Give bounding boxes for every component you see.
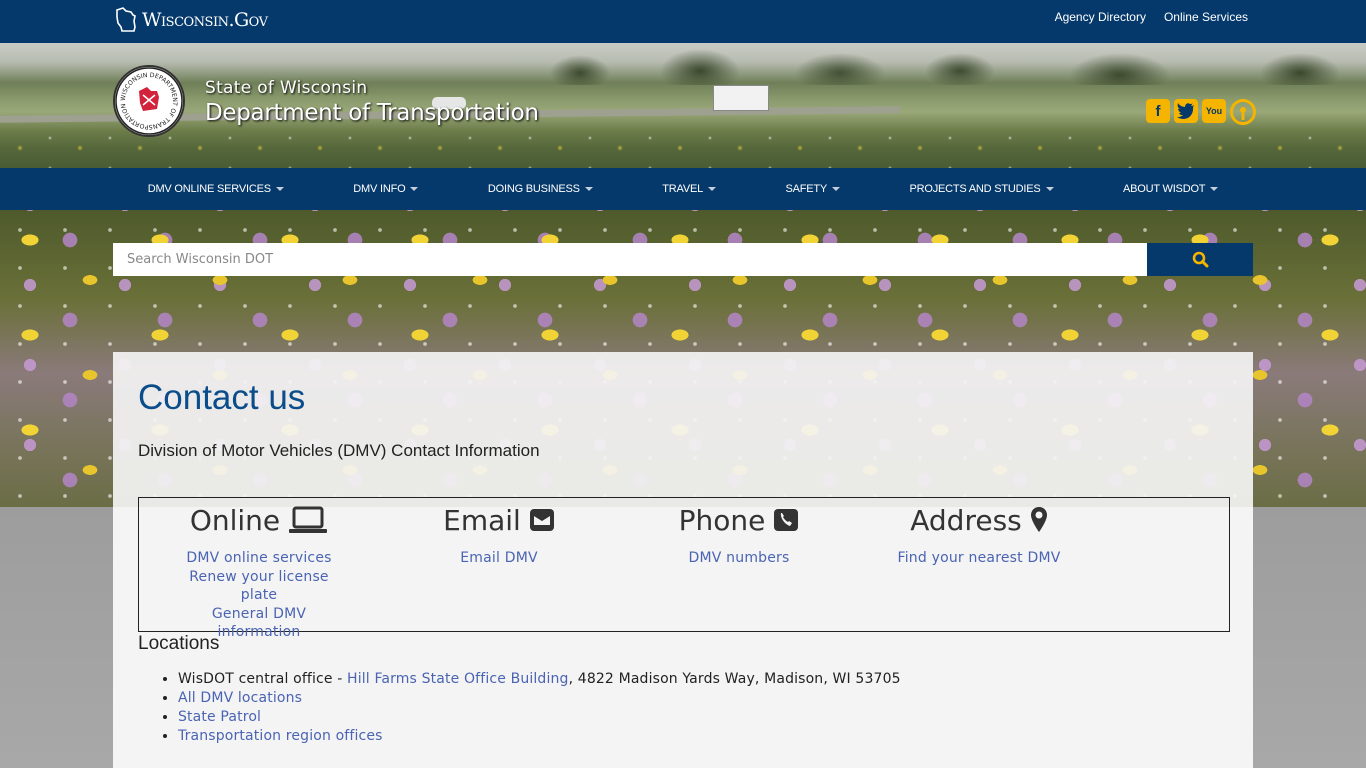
wisdot-seal-logo[interactable]: WISCONSIN DEPARTMENT OF TRANSPORTATION bbox=[113, 65, 185, 137]
agency-directory-link[interactable]: Agency Directory bbox=[1055, 10, 1146, 24]
caret-down-icon bbox=[275, 187, 284, 191]
nav-about-wisdot[interactable]: ABOUT WISDOT bbox=[1088, 168, 1253, 210]
nav-label: DOING BUSINESS bbox=[487, 183, 580, 195]
agency-department: Department of Transportation bbox=[205, 100, 539, 126]
wisconsin-gov-text: Wisconsin.Gov bbox=[142, 9, 268, 31]
wisconsin-state-icon bbox=[116, 7, 136, 32]
online-services-link[interactable]: Online Services bbox=[1164, 10, 1248, 24]
page-subtitle: Division of Motor Vehicles (DMV) Contact… bbox=[138, 441, 540, 460]
contact-heading-label: Address bbox=[910, 503, 1022, 537]
nav-label: DMV INFO bbox=[353, 183, 406, 195]
caret-down-icon bbox=[1045, 187, 1054, 191]
contact-column-phone: Phone DMV numbers bbox=[649, 498, 829, 568]
nav-safety[interactable]: SAFETY bbox=[751, 168, 875, 210]
facebook-icon[interactable]: f bbox=[1146, 99, 1170, 123]
hill-farms-link[interactable]: Hill Farms State Office Building bbox=[347, 671, 569, 687]
list-item: State Patrol bbox=[178, 708, 901, 727]
agency-state: State of Wisconsin bbox=[205, 78, 368, 98]
wisconsin-gov-logo[interactable]: Wisconsin.Gov bbox=[114, 6, 268, 34]
map-marker-icon bbox=[1030, 507, 1047, 532]
twitter-icon[interactable] bbox=[1174, 99, 1198, 123]
contact-links: Find your nearest DMV bbox=[889, 549, 1069, 568]
podcast-icon[interactable] bbox=[1230, 99, 1256, 125]
contact-heading: Address bbox=[889, 502, 1069, 538]
list-item: WisDOT central office - Hill Farms State… bbox=[178, 670, 901, 689]
all-dmv-locations-link[interactable]: All DMV locations bbox=[178, 690, 302, 706]
search-icon bbox=[1192, 251, 1208, 268]
youtube-icon[interactable]: You bbox=[1202, 99, 1226, 123]
central-office-label: WisDOT central office - bbox=[178, 671, 348, 687]
search-input[interactable] bbox=[113, 243, 1147, 276]
banner-flowers bbox=[0, 128, 1366, 168]
caret-down-icon bbox=[1210, 187, 1219, 191]
contact-column-email: Email Email DMV bbox=[409, 498, 589, 568]
dmv-numbers-link[interactable]: DMV numbers bbox=[649, 549, 829, 568]
envelope-icon bbox=[529, 509, 554, 531]
banner-truck bbox=[713, 85, 769, 111]
state-patrol-link[interactable]: State Patrol bbox=[178, 709, 261, 725]
caret-down-icon bbox=[410, 187, 419, 191]
central-office-address: , 4822 Madison Yards Way, Madison, WI 53… bbox=[568, 671, 901, 687]
locations-list: WisDOT central office - Hill Farms State… bbox=[178, 670, 901, 746]
social-links: f You bbox=[1146, 99, 1256, 125]
nav-label: ABOUT WISDOT bbox=[1122, 183, 1206, 195]
nav-dmv-online-services[interactable]: DMV ONLINE SERVICES bbox=[113, 168, 319, 210]
page-title: Contact us bbox=[138, 378, 306, 417]
nav-projects-and-studies[interactable]: PROJECTS AND STUDIES bbox=[875, 168, 1089, 210]
caret-down-icon bbox=[832, 187, 841, 191]
laptop-icon bbox=[289, 506, 328, 533]
agency-name[interactable]: State of Wisconsin Department of Transpo… bbox=[205, 78, 539, 126]
seal-emblem-icon: WISCONSIN DEPARTMENT OF TRANSPORTATION bbox=[115, 67, 183, 135]
dmv-online-services-link[interactable]: DMV online services bbox=[169, 549, 349, 568]
nav-doing-business[interactable]: DOING BUSINESS bbox=[453, 168, 627, 210]
contact-heading: Email bbox=[409, 502, 589, 538]
search-button[interactable] bbox=[1147, 243, 1253, 276]
caret-down-icon bbox=[708, 187, 717, 191]
nav-label: PROJECTS AND STUDIES bbox=[909, 183, 1041, 195]
contact-links: DMV numbers bbox=[649, 549, 829, 568]
contact-links: Email DMV bbox=[409, 549, 589, 568]
contact-heading: Phone bbox=[649, 502, 829, 538]
contact-links: DMV online services Renew your license p… bbox=[169, 549, 349, 642]
contact-heading-label: Online bbox=[189, 503, 281, 537]
nav-label: SAFETY bbox=[785, 183, 828, 195]
locations-heading: Locations bbox=[138, 633, 220, 654]
main-navigation: DMV ONLINE SERVICES DMV INFO DOING BUSIN… bbox=[0, 168, 1366, 210]
email-dmv-link[interactable]: Email DMV bbox=[409, 549, 589, 568]
caret-down-icon bbox=[584, 187, 593, 191]
site-search bbox=[113, 243, 1253, 276]
top-links: Agency Directory Online Services bbox=[1055, 10, 1248, 24]
banner-trees bbox=[540, 43, 1366, 85]
nav-label: TRAVEL bbox=[662, 183, 704, 195]
contact-heading-label: Phone bbox=[678, 503, 766, 537]
contact-methods-box: Online DMV online services Renew your li… bbox=[138, 497, 1230, 640]
contact-column-online: Online DMV online services Renew your li… bbox=[169, 498, 349, 642]
find-nearest-dmv-link[interactable]: Find your nearest DMV bbox=[889, 549, 1069, 568]
top-bar: Wisconsin.Gov Agency Directory Online Se… bbox=[0, 0, 1366, 43]
phone-icon bbox=[774, 509, 799, 531]
list-item: All DMV locations bbox=[178, 689, 901, 708]
nav-label: DMV ONLINE SERVICES bbox=[147, 183, 271, 195]
renew-license-plate-link[interactable]: Renew your license plate bbox=[169, 568, 349, 605]
list-item: Transportation region offices bbox=[178, 727, 901, 746]
nav-travel[interactable]: TRAVEL bbox=[628, 168, 751, 210]
contact-heading-label: Email bbox=[443, 503, 521, 537]
contact-heading: Online bbox=[169, 502, 349, 538]
transportation-region-offices-link[interactable]: Transportation region offices bbox=[178, 728, 383, 744]
contact-column-address: Address Find your nearest DMV bbox=[889, 498, 1069, 568]
nav-dmv-info[interactable]: DMV INFO bbox=[319, 168, 454, 210]
